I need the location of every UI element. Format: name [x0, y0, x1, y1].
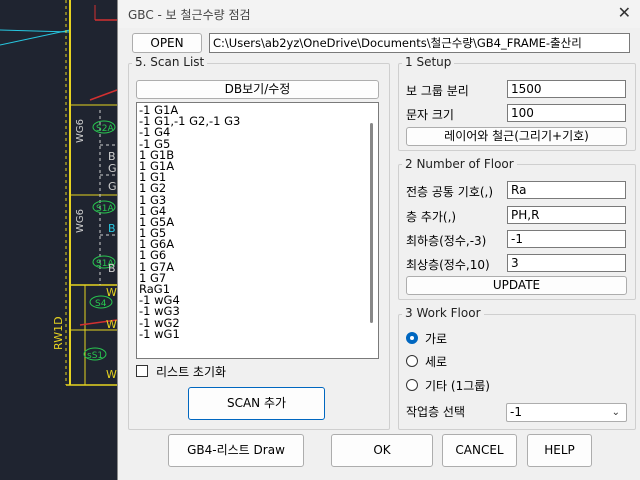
- help-button[interactable]: HELP: [527, 434, 592, 467]
- floor-add-field[interactable]: PH,R: [507, 206, 626, 224]
- dialog-title: GBC - 보 철근수량 점검: [128, 8, 251, 22]
- open-button[interactable]: OPEN: [132, 33, 202, 53]
- radio-vertical-label: 세로: [425, 355, 448, 369]
- scan-list-scroll-thumb[interactable]: [370, 123, 373, 323]
- lowest-floor-label: 최하층(정수,-3): [406, 234, 487, 248]
- floor-add-label: 층 추가(,): [406, 210, 457, 224]
- highest-floor-field[interactable]: 3: [507, 254, 626, 272]
- cad-label-s51: sS1: [87, 351, 103, 361]
- scan-list-box[interactable]: -1 G1A -1 G1,-1 G2,-1 G3 -1 G4 -1 G5 1 G1B 1 …: [136, 102, 379, 359]
- chevron-down-icon: ⌄: [611, 407, 620, 418]
- file-path-field[interactable]: C:\Users\ab2yz\OneDrive\Documents\철근수량\G…: [209, 33, 630, 53]
- radio-other[interactable]: [406, 379, 418, 391]
- list-item[interactable]: 1 G3: [137, 194, 378, 206]
- text-size-field[interactable]: 100: [507, 104, 626, 122]
- scan-list-items: -1 G1A -1 G1,-1 G2,-1 G3 -1 G4 -1 G5 1 G1B 1 …: [137, 103, 378, 340]
- list-item[interactable]: 1 G5A: [137, 216, 378, 228]
- list-item[interactable]: 1 G1A: [137, 160, 378, 172]
- radio-horizontal[interactable]: [406, 332, 418, 344]
- cad-label-wg6-b: WG6: [75, 209, 86, 233]
- radio-vertical[interactable]: [406, 355, 418, 367]
- work-floor-select-label: 작업층 선택: [406, 405, 466, 419]
- list-item[interactable]: -1 G4: [137, 127, 378, 139]
- beam-group-label: 보 그룹 분리: [406, 84, 469, 98]
- cad-label-s4: S4: [95, 299, 107, 309]
- gb4-list-draw-button[interactable]: GB4-리스트 Draw: [168, 434, 304, 467]
- floor-prefix-label: 전층 공통 기호(,): [406, 185, 494, 199]
- reset-list-label: 리스트 초기화: [156, 365, 227, 379]
- cad-label-b3: B: [108, 262, 116, 275]
- beam-group-field[interactable]: 1500: [507, 80, 626, 98]
- work-floor-group-label: 3 Work Floor: [402, 306, 484, 320]
- close-icon[interactable]: ✕: [618, 3, 631, 22]
- gbc-dialog: GBC - 보 철근수량 점검 ✕ OPEN C:\Users\ab2yz\On…: [117, 0, 640, 480]
- list-item[interactable]: 1 G6A: [137, 238, 378, 250]
- scan-add-button[interactable]: SCAN 추가: [188, 387, 325, 420]
- dialog-titlebar[interactable]: GBC - 보 철근수량 점검 ✕: [118, 0, 640, 28]
- cancel-button[interactable]: CANCEL: [442, 434, 517, 467]
- cad-label-rw1d: RW1D: [52, 316, 65, 350]
- cad-label-g2: G: [108, 180, 117, 193]
- highest-floor-label: 최상층(정수,10): [406, 258, 490, 272]
- cad-label-w2: W: [106, 318, 117, 331]
- db-view-edit-button[interactable]: DB보기/수정: [136, 80, 379, 99]
- floor-prefix-field[interactable]: Ra: [507, 181, 626, 199]
- layer-rebar-button[interactable]: 레이어와 철근(그리기+기호): [406, 127, 627, 146]
- reset-list-checkbox[interactable]: [136, 365, 148, 377]
- list-item[interactable]: 1 G1: [137, 171, 378, 183]
- work-floor-select[interactable]: -1 ⌄: [506, 403, 627, 422]
- lowest-floor-field[interactable]: -1: [507, 230, 626, 248]
- scan-list-group-label: 5. Scan List: [132, 55, 208, 69]
- floor-group-label: 2 Number of Floor: [402, 157, 517, 171]
- cad-label-w1: W: [106, 286, 117, 299]
- list-item[interactable]: -1 wG1: [137, 328, 378, 340]
- work-floor-select-value: -1: [510, 405, 522, 419]
- list-item[interactable]: -1 G1,-1 G2,-1 G3: [137, 115, 378, 127]
- radio-horizontal-label: 가로: [425, 332, 448, 346]
- cad-label-wg6-a: WG6: [75, 119, 86, 143]
- setup-group-label: 1 Setup: [402, 55, 455, 69]
- update-button[interactable]: UPDATE: [406, 276, 627, 295]
- cad-label-g1: G: [108, 162, 117, 175]
- cad-label-s2a: S2A: [96, 124, 114, 134]
- text-size-label: 문자 크기: [406, 108, 454, 122]
- cad-label-s1a-a: S1A: [96, 204, 114, 214]
- list-item[interactable]: 1 G7A: [137, 261, 378, 273]
- ok-button[interactable]: OK: [331, 434, 433, 467]
- cad-label-w3: W: [106, 368, 117, 381]
- scan-list-scrollbar[interactable]: [368, 105, 376, 356]
- radio-other-label: 기타 (1그룹): [425, 379, 490, 393]
- list-item[interactable]: 1 G7: [137, 272, 378, 284]
- cad-label-b2: B: [108, 222, 116, 235]
- list-item[interactable]: 1 G2: [137, 182, 378, 194]
